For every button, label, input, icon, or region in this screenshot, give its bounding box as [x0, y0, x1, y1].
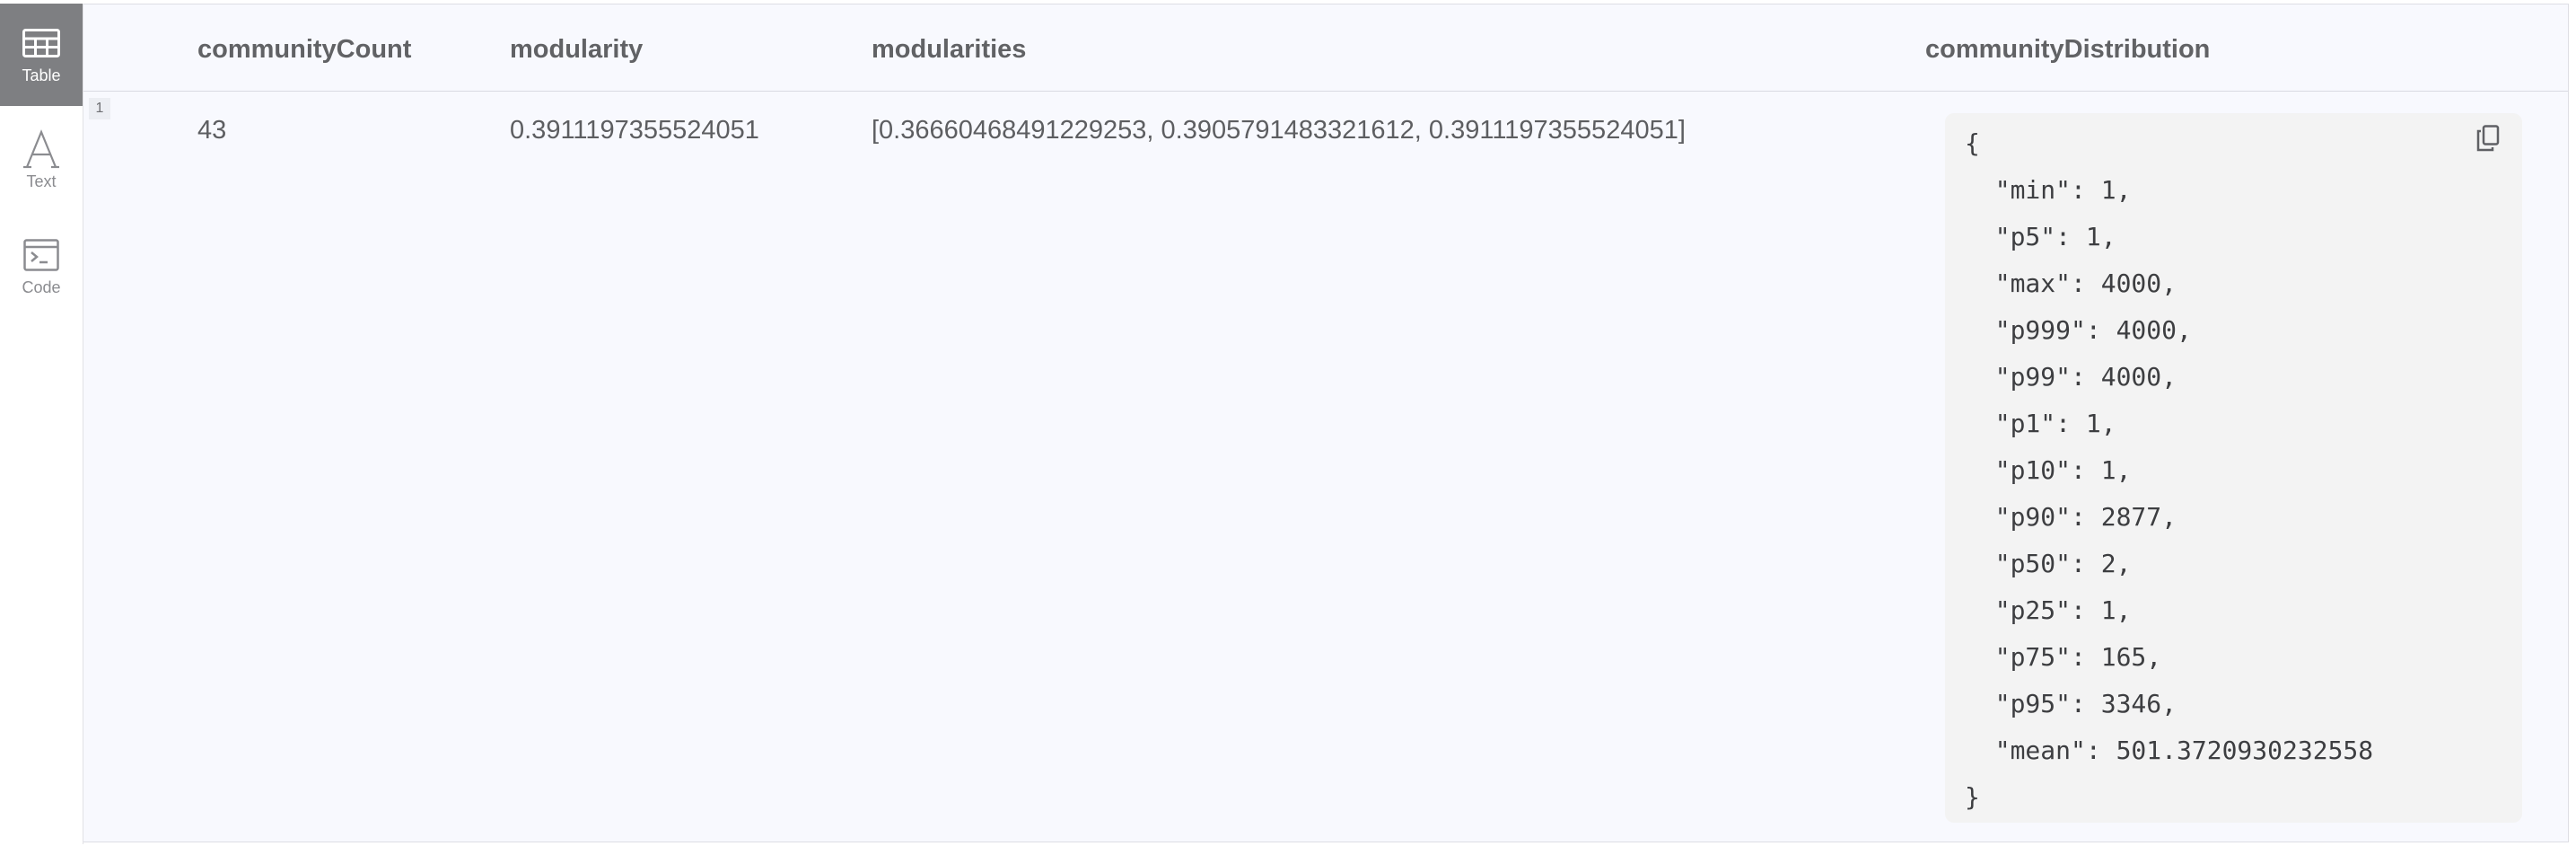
table-header: communityCount modularity modularities c… [83, 4, 2568, 92]
table-icon [22, 25, 60, 61]
view-code-button[interactable]: Code [0, 216, 83, 318]
row-index: 1 [89, 98, 110, 119]
cell-communityDistribution: { "min": 1, "p5": 1, "max": 4000, "p999"… [1945, 113, 2522, 823]
result-table: communityCount modularity modularities c… [83, 4, 2569, 842]
view-text-button[interactable]: Text [0, 110, 83, 212]
column-header-modularity[interactable]: modularity [510, 4, 643, 91]
code-icon [23, 237, 59, 273]
view-table-label: Table [22, 66, 61, 84]
column-header-modularities[interactable]: modularities [872, 4, 1026, 91]
column-header-communityCount[interactable]: communityCount [197, 4, 411, 91]
cell-modularity: 0.3911197355524051 [510, 116, 759, 145]
view-sidebar: Table Text Code [0, 4, 83, 844]
text-icon [23, 128, 59, 168]
view-text-label: Text [26, 172, 57, 190]
column-header-communityDistribution[interactable]: communityDistribution [1925, 4, 2210, 91]
cell-modularities: [0.36660468491229253, 0.3905791483321612… [872, 116, 1686, 145]
view-code-label: Code [22, 278, 61, 296]
copy-icon[interactable] [2472, 122, 2504, 154]
cell-communityCount: 43 [197, 116, 227, 145]
json-code-block: { "min": 1, "p5": 1, "max": 4000, "p999"… [1965, 128, 2374, 812]
view-table-button[interactable]: Table [0, 4, 83, 106]
